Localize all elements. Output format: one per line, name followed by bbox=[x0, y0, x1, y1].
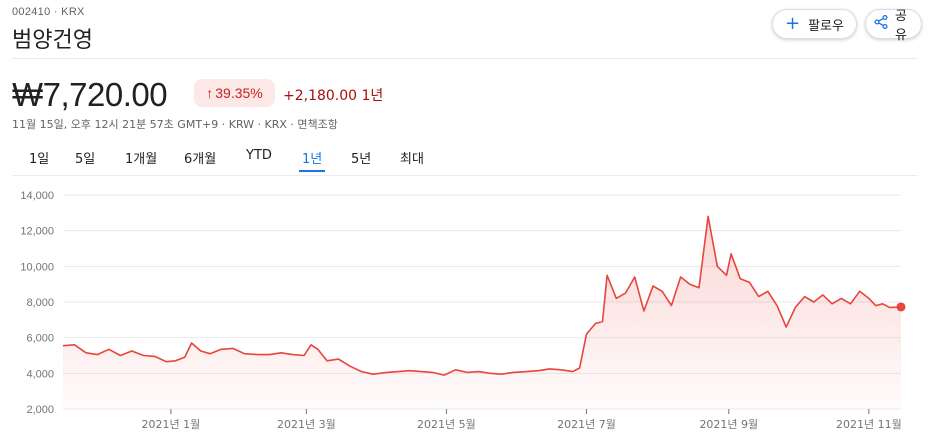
absolute-change: +2,180.00 1년 bbox=[283, 88, 384, 104]
tab-1d[interactable]: 1일 bbox=[29, 148, 49, 167]
plus-icon: + bbox=[785, 13, 801, 34]
share-button[interactable]: 공유 bbox=[865, 9, 922, 43]
company-name: 범양건영 bbox=[12, 28, 93, 53]
percent-change-badge: ↑ 39.35% bbox=[194, 79, 275, 107]
x-tick-label: 2021년 7월 bbox=[557, 418, 616, 431]
header-divider bbox=[12, 58, 917, 59]
tab-5d[interactable]: 5일 bbox=[75, 148, 95, 167]
x-tick-label: 2021년 1월 bbox=[142, 418, 201, 431]
tab-6m[interactable]: 6개월 bbox=[184, 148, 216, 167]
y-tick-label: 4,000 bbox=[26, 368, 54, 380]
price-chart[interactable]: 2,000 4,000 6,000 8,000 10,000 12,000 14,000 20… bbox=[0, 180, 929, 443]
percent-change: 39.35% bbox=[215, 85, 263, 101]
follow-button[interactable]: + 팔로우 bbox=[772, 9, 857, 39]
follow-label: 팔로우 bbox=[808, 18, 844, 34]
x-tick-label: 2021년 11월 bbox=[836, 418, 902, 431]
share-icon bbox=[874, 14, 888, 33]
current-price: ₩7,720.00 bbox=[12, 76, 168, 113]
y-tick-label: 14,000 bbox=[20, 190, 54, 202]
y-tick-label: 2,000 bbox=[26, 404, 54, 416]
tab-1y[interactable]: 1년 bbox=[298, 148, 326, 172]
y-tick-label: 12,000 bbox=[20, 226, 54, 238]
tab-1m[interactable]: 1개월 bbox=[125, 148, 157, 167]
ticker-symbol: 002410 · KRX bbox=[12, 6, 85, 18]
x-tick-label: 2021년 5월 bbox=[417, 418, 476, 431]
x-tick-label: 2021년 3월 bbox=[277, 418, 336, 431]
current-price-marker bbox=[896, 302, 906, 312]
tab-5y[interactable]: 5년 bbox=[351, 148, 371, 167]
price-area-fill bbox=[63, 216, 901, 409]
tab-ytd[interactable]: YTD bbox=[246, 148, 272, 163]
y-tick-label: 10,000 bbox=[20, 261, 54, 273]
x-tick-label: 2021년 9월 bbox=[699, 418, 758, 431]
quote-meta: 11월 15일, 오후 12시 21분 57초 GMT+9 · KRW · KR… bbox=[12, 118, 338, 131]
tabs-divider bbox=[12, 175, 917, 176]
y-tick-label: 6,000 bbox=[26, 333, 54, 345]
arrow-up-icon: ↑ bbox=[206, 85, 214, 101]
y-tick-label: 8,000 bbox=[26, 297, 54, 309]
share-label: 공유 bbox=[895, 9, 907, 43]
tab-max[interactable]: 최대 bbox=[400, 148, 424, 167]
